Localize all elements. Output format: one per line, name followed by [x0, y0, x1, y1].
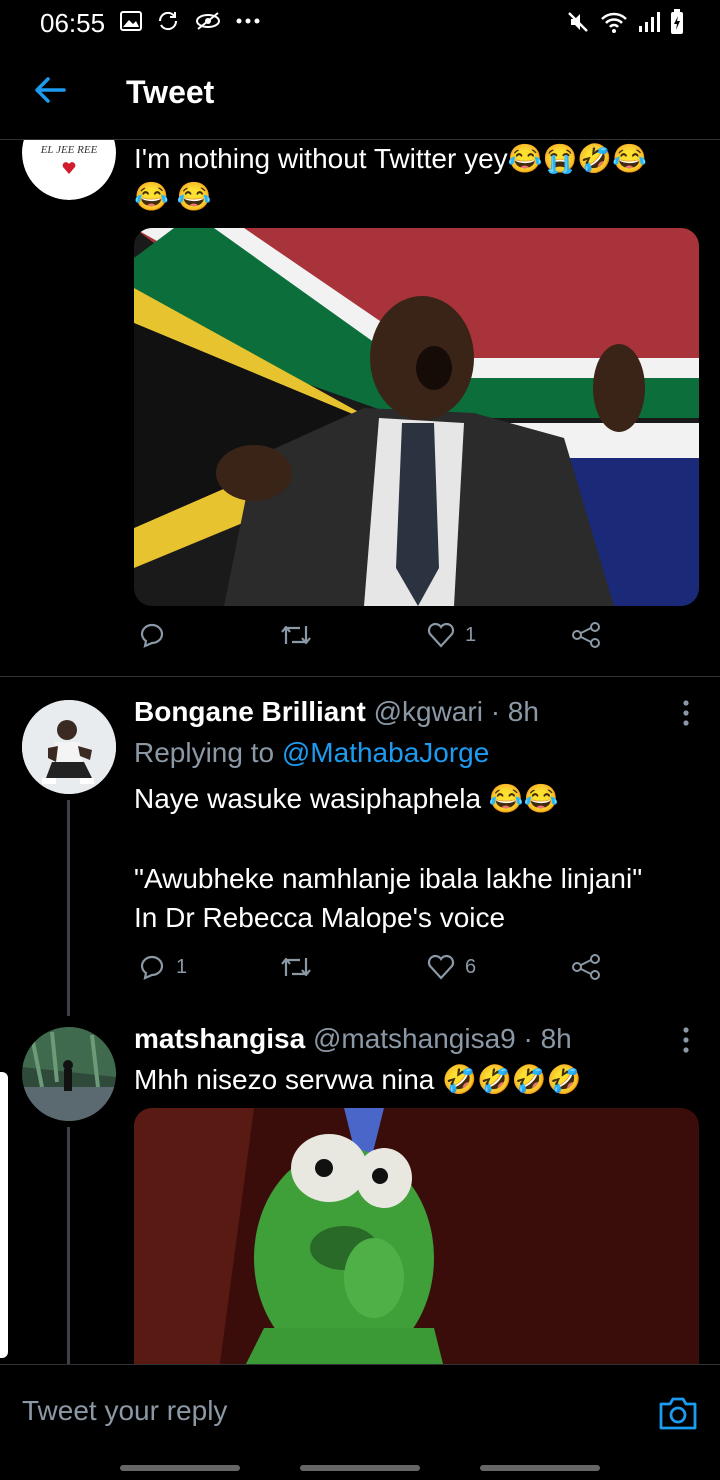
reply-input[interactable]: Tweet your reply	[22, 1395, 227, 1427]
status-right-icons	[566, 9, 684, 35]
page-title: Tweet	[126, 74, 215, 110]
heart-icon	[427, 954, 455, 980]
avatar-bongane[interactable]	[22, 700, 116, 794]
retweet-button[interactable]	[280, 622, 322, 648]
tweet-text: I'm nothing without Twitter yey😂😭🤣😂	[134, 143, 648, 174]
reply1-text-line3: In Dr Rebecca Malope's voice	[134, 902, 506, 933]
top-app-bar: Tweet	[0, 46, 720, 140]
edge-panel-handle[interactable]	[0, 1072, 8, 1358]
tweet-actions-top: 1	[134, 622, 699, 662]
avatar-photo	[22, 1027, 116, 1121]
gallery-icon	[120, 11, 142, 31]
user-handle-time: @matshangisa9 · 8h	[312, 1023, 572, 1054]
reply1-text-line2: "Awubheke namhlanje ibala lakhe linjani"	[134, 863, 643, 894]
nav-gesture-hint	[300, 1465, 420, 1471]
reply-button[interactable]: 1	[138, 954, 187, 980]
more-options-icon[interactable]	[676, 698, 696, 728]
nav-gesture-hint	[480, 1465, 600, 1471]
tweet-image-kermit[interactable]	[134, 1108, 699, 1408]
back-arrow-icon	[35, 77, 66, 103]
user-display-name[interactable]: Bongane Brilliant	[134, 696, 366, 727]
like-count: 6	[465, 955, 477, 978]
reply1-text-line1: Naye wasuke wasiphaphela 😂😂	[134, 783, 559, 814]
reply1-header: Bongane Brilliant @kgwari · 8h	[134, 694, 654, 730]
avatar-matshangisa[interactable]	[22, 1027, 116, 1121]
avatar-logo-text: EL JEE REE	[40, 144, 98, 156]
tweet-actions-reply1: 1 6	[134, 954, 699, 994]
share-button[interactable]	[571, 954, 601, 980]
reply2-header: matshangisa @matshangisa9 · 8h	[134, 1021, 654, 1057]
like-button[interactable]: 6	[427, 954, 476, 980]
more-dots-icon	[236, 18, 260, 24]
heart-icon	[427, 622, 455, 648]
reply-composer-bar: Tweet your reply	[0, 1364, 720, 1480]
status-bar: 06:55	[0, 0, 720, 46]
sync-icon	[158, 11, 178, 31]
flag-photo-graphic	[134, 228, 699, 606]
wifi-icon	[601, 12, 627, 33]
share-icon	[572, 622, 600, 648]
tweet-image-zuma-flag[interactable]	[134, 228, 699, 606]
user-handle-time: @kgwari · 8h	[373, 696, 539, 727]
reply-icon	[140, 623, 164, 648]
heart-logo-icon	[62, 162, 76, 174]
retweet-icon	[281, 957, 311, 977]
back-button[interactable]	[28, 68, 72, 112]
signal-icon	[639, 12, 660, 32]
thread-line	[67, 800, 70, 1016]
like-button[interactable]: 1	[427, 622, 476, 648]
tweet-text-line2: 😂 😂	[134, 181, 212, 212]
replying-to-link[interactable]: @MathabaJorge	[282, 737, 489, 768]
reply-button[interactable]	[138, 622, 176, 648]
kermit-photo-graphic	[134, 1108, 699, 1408]
eye-off-icon	[196, 12, 220, 30]
retweet-button[interactable]	[280, 954, 322, 980]
share-icon	[572, 954, 600, 980]
reply-icon	[140, 955, 164, 980]
more-options-icon[interactable]	[676, 1025, 696, 1055]
tweet-divider	[0, 676, 720, 677]
like-count: 1	[465, 623, 477, 646]
share-button[interactable]	[571, 622, 601, 648]
thread-line	[67, 1127, 70, 1364]
status-time: 06:55	[40, 8, 106, 38]
retweet-icon	[281, 625, 311, 645]
status-left-icons	[120, 10, 260, 32]
nav-gesture-hint	[120, 1465, 240, 1471]
battery-icon	[671, 9, 683, 34]
replying-to-line: Replying to @MathabaJorge	[134, 735, 489, 771]
camera-icon[interactable]	[658, 1395, 698, 1431]
user-display-name[interactable]: matshangisa	[134, 1023, 305, 1054]
avatar-photo	[22, 700, 116, 794]
reply-count: 1	[176, 955, 188, 978]
mute-icon	[568, 12, 588, 32]
reply2-text: Mhh nisezo servwa nina 🤣🤣🤣🤣	[134, 1064, 582, 1095]
replying-to-label: Replying to	[134, 737, 282, 768]
